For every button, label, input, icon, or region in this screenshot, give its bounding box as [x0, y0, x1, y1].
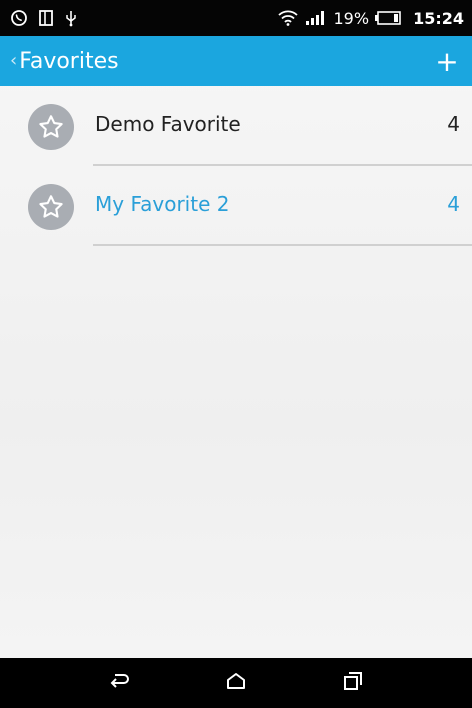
list-item[interactable]: Demo Favorite 4 [0, 86, 472, 166]
back-button[interactable] [89, 658, 149, 708]
signal-icon [304, 11, 326, 25]
star-icon [28, 184, 74, 230]
favorite-name: Demo Favorite [95, 112, 241, 136]
star-icon [28, 104, 74, 150]
whatsapp-icon [10, 9, 28, 27]
favorites-list: Demo Favorite 4 My Favorite 2 4 [0, 86, 472, 246]
back-icon [108, 672, 130, 694]
chevron-left-icon: ‹ [10, 50, 18, 71]
page-title: Favorites [19, 48, 119, 74]
status-bar: 19% 15:24 [0, 0, 472, 36]
home-button[interactable] [206, 658, 266, 708]
app-bar: ‹ Favorites + [0, 36, 472, 86]
notification-icon [38, 9, 54, 27]
add-favorite-button[interactable]: + [432, 41, 462, 81]
favorite-count: 4 [447, 192, 460, 216]
status-left-icons [10, 9, 88, 27]
usb-icon [64, 9, 78, 27]
wifi-icon [277, 10, 298, 26]
list-item[interactable]: My Favorite 2 4 [0, 166, 472, 246]
back-to-parent[interactable]: ‹ Favorites [10, 49, 119, 74]
divider [93, 244, 472, 246]
screen: 19% 15:24 ‹ Favorites + Demo Favorite 4 … [0, 0, 472, 708]
battery-percent: 19% [333, 8, 370, 28]
navigation-bar [0, 658, 472, 708]
home-icon [226, 672, 246, 694]
favorite-name: My Favorite 2 [95, 192, 230, 216]
recents-icon [343, 671, 363, 695]
favorite-count: 4 [447, 112, 460, 136]
battery-icon [375, 11, 401, 25]
recents-button[interactable] [323, 658, 383, 708]
status-right-icons: 19% 15:24 [277, 8, 464, 28]
status-time: 15:24 [413, 8, 464, 28]
